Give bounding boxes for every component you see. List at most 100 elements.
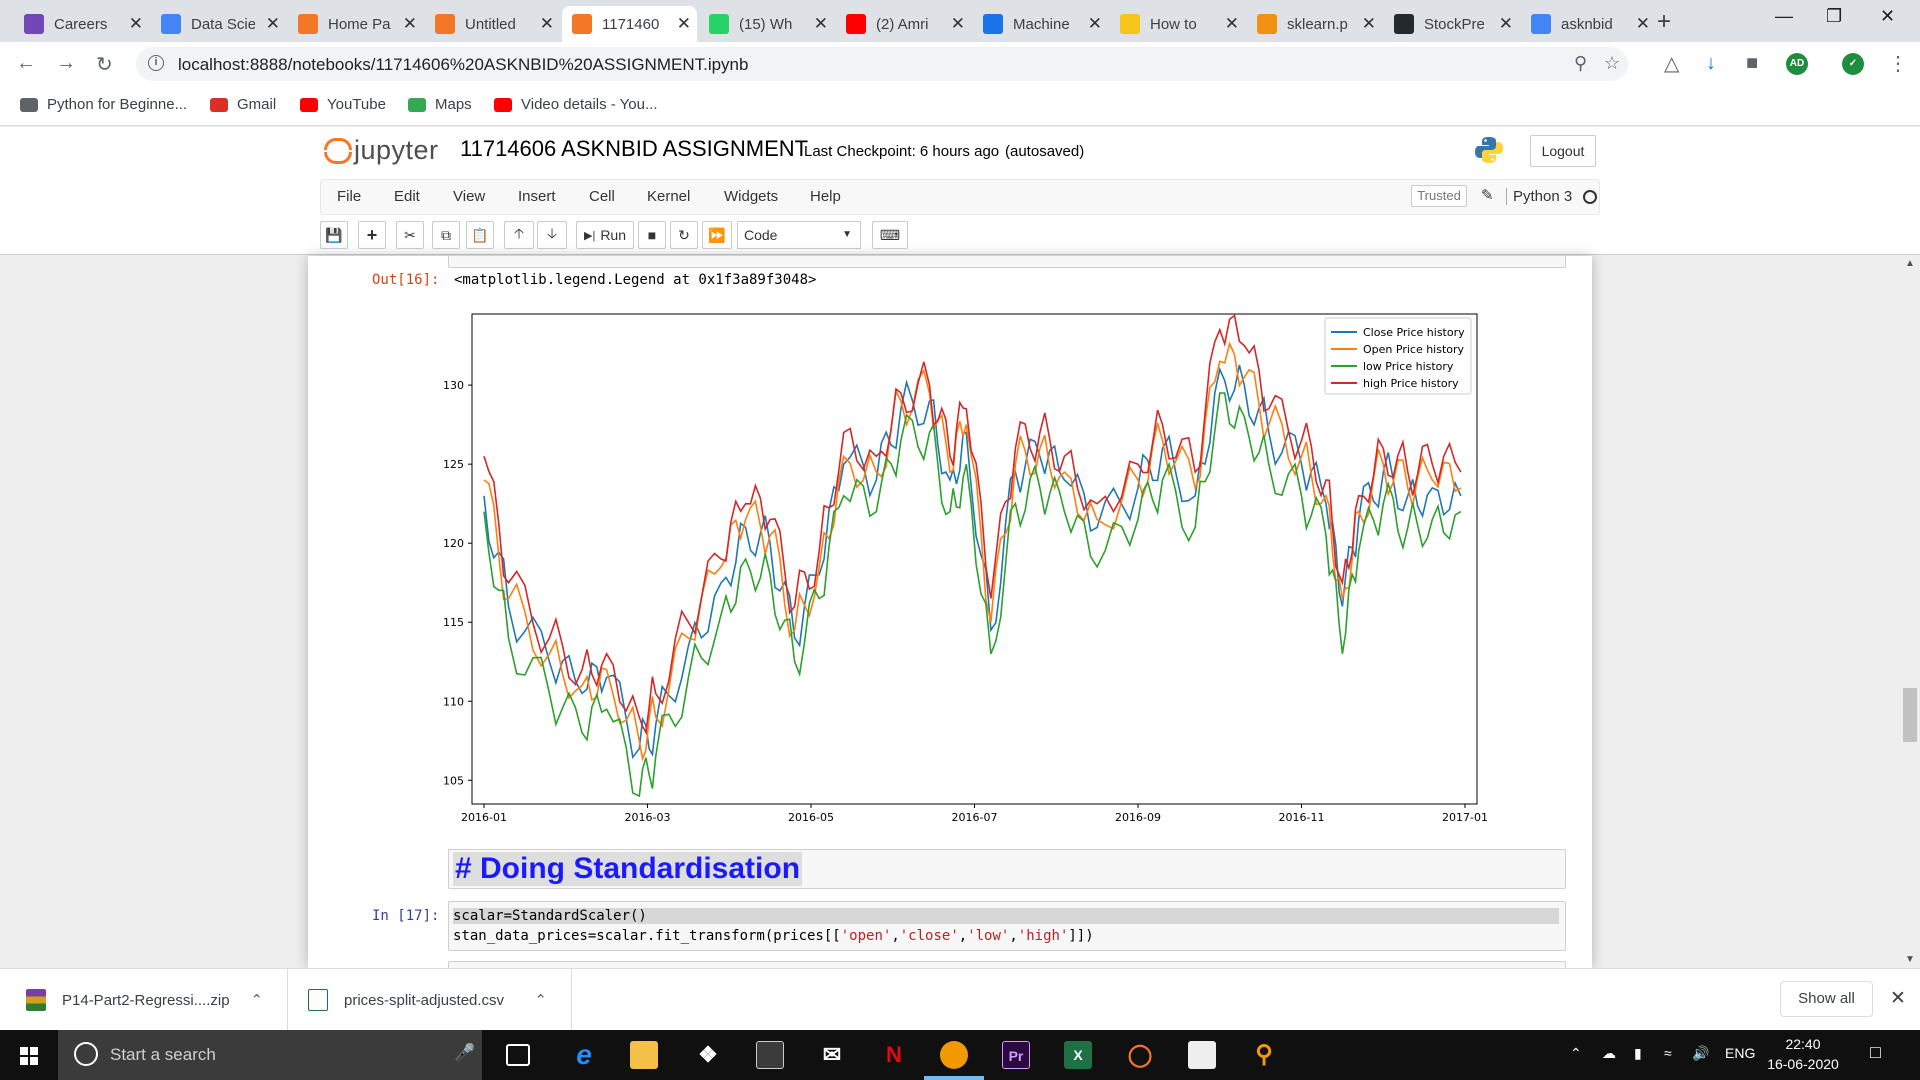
copy-button[interactable]: ⧉ [432,221,460,249]
next-cell[interactable] [448,961,1566,968]
jupyter-logo[interactable]: jupyter [322,135,439,166]
language-indicator[interactable]: ENG [1725,1045,1755,1061]
close-tab-icon[interactable]: ✕ [677,14,691,34]
trusted-badge[interactable]: Trusted [1411,185,1467,207]
tray-chevron-icon[interactable]: ⌃ [1570,1045,1582,1062]
close-tab-icon[interactable]: ✕ [1225,14,1239,34]
camera-icon[interactable]: ■ [1746,52,1758,75]
download-item[interactable]: prices-split-adjusted.csv ⌃ [288,969,572,1031]
insert-cell-button[interactable]: + [358,221,386,249]
window-close-icon[interactable]: ✕ [1880,6,1895,27]
maximize-icon[interactable]: ❐ [1826,6,1842,27]
close-tab-icon[interactable]: ✕ [814,14,828,34]
close-tab-icon[interactable]: ✕ [951,14,965,34]
netflix-icon[interactable]: N [880,1041,908,1069]
forward-icon[interactable]: → [56,52,76,75]
run-button[interactable]: ▶| Run [576,221,634,249]
save-button[interactable]: 💾 [320,221,348,249]
cloud-icon[interactable]: ☁ [1602,1045,1616,1062]
bookmark-item[interactable]: Video details - You... [494,96,658,113]
avatar[interactable]: AD [1786,53,1808,75]
browser-tab[interactable]: How to ✕ [1110,6,1245,42]
cell-type-select[interactable]: Code ▼ [737,221,861,249]
close-icon[interactable]: ✕ [1890,987,1906,1010]
restart-run-all-button[interactable]: ⏩ [702,221,732,249]
browser-tab[interactable]: StockPre ✕ [1384,6,1519,42]
restart-button[interactable]: ↻ [670,221,698,249]
taskbar-search[interactable]: Start a search 🎤 [58,1030,482,1080]
clock[interactable]: 22:40 16-06-2020 [1765,1034,1841,1074]
menu-file[interactable]: File [337,188,361,205]
close-tab-icon[interactable]: ✕ [129,14,143,34]
menu-help[interactable]: Help [810,188,841,205]
move-up-button[interactable]: 🡡 [504,221,534,249]
menu-kernel[interactable]: Kernel [647,188,690,205]
store-icon[interactable] [756,1041,784,1069]
caret-up-icon[interactable]: ⌃ [250,991,263,1009]
browser-tab[interactable]: 1171460 ✕ [562,6,697,42]
wifi-icon[interactable]: ≈ [1664,1045,1672,1061]
windows-start-icon[interactable] [20,1047,38,1065]
previous-code-cell[interactable] [448,256,1566,268]
caret-up-icon[interactable]: ⌃ [534,991,547,1009]
browser-tab[interactable]: sklearn.p ✕ [1247,6,1382,42]
volume-icon[interactable]: 🔊 [1692,1045,1709,1062]
battery-icon[interactable]: ▮ [1634,1045,1642,1062]
close-tab-icon[interactable]: ✕ [1362,14,1376,34]
address-bar[interactable]: i localhost:8888/notebooks/11714606%20AS… [136,47,1628,81]
edge-icon[interactable]: e [570,1041,598,1069]
menu-insert[interactable]: Insert [518,188,556,205]
close-tab-icon[interactable]: ✕ [1499,14,1513,34]
premiere-icon[interactable]: Pr [1002,1041,1030,1069]
close-tab-icon[interactable]: ✕ [403,14,417,34]
menu-widgets[interactable]: Widgets [724,188,778,205]
menu-view[interactable]: View [453,188,485,205]
file-explorer-icon[interactable] [630,1041,658,1069]
move-down-button[interactable]: 🡣 [537,221,567,249]
notepad-icon[interactable] [1188,1041,1216,1069]
excel-app-icon[interactable]: X [1064,1041,1092,1069]
cut-button[interactable]: ✂ [396,221,424,249]
show-all-button[interactable]: Show all [1780,981,1873,1017]
menu-cell[interactable]: Cell [589,188,615,205]
search-app-icon[interactable]: ⚲ [1250,1041,1278,1069]
browser-tab[interactable]: Home Pa ✕ [288,6,423,42]
bookmark-item[interactable]: YouTube [300,96,386,113]
zoom-icon[interactable]: ⚲ [1574,53,1587,74]
menu-edit[interactable]: Edit [394,188,420,205]
dropbox-icon[interactable]: ❖ [694,1041,722,1069]
chrome-icon[interactable] [940,1041,968,1069]
download-arrow-icon[interactable]: ↓ [1706,52,1716,75]
browser-tab[interactable]: Untitled ✕ [425,6,560,42]
close-tab-icon[interactable]: ✕ [266,14,280,34]
browser-tab[interactable]: asknbid ✕ [1521,6,1656,42]
download-item[interactable]: P14-Part2-Regressi....zip ⌃ [0,969,288,1031]
interrupt-button[interactable]: ■ [638,221,666,249]
scroll-down-icon[interactable]: ▼ [1905,954,1915,965]
page-scrollbar[interactable] [1900,256,1920,968]
notebook-title[interactable]: 11714606 ASKNBID ASSIGNMENT [460,136,808,162]
edit-pencil-icon[interactable]: ✎ [1481,186,1494,204]
menu-dots-icon[interactable]: ⋮ [1888,51,1908,76]
close-tab-icon[interactable]: ✕ [1636,14,1650,34]
scroll-up-icon[interactable]: ▲ [1905,258,1915,269]
new-tab-icon[interactable]: + [1657,8,1671,36]
back-icon[interactable]: ← [16,52,36,75]
logout-button[interactable]: Logout [1530,135,1596,167]
browser-tab[interactable]: Machine ✕ [973,6,1108,42]
command-palette-button[interactable]: ⌨ [872,221,908,249]
paste-button[interactable]: 📋 [466,221,494,249]
reload-icon[interactable]: ↻ [96,52,113,77]
scrollbar-thumb[interactable] [1903,688,1917,742]
bookmark-item[interactable]: Python for Beginne... [20,96,187,113]
bookmark-item[interactable]: Maps [408,96,472,113]
close-tab-icon[interactable]: ✕ [1088,14,1102,34]
browser-tab[interactable]: (2) Amri ✕ [836,6,971,42]
browser-tab[interactable]: Careers ✕ [14,6,149,42]
notifications-icon[interactable]: □ [1870,1042,1881,1063]
browser-tab[interactable]: (15) Wh ✕ [699,6,834,42]
task-view-icon[interactable] [506,1044,530,1066]
close-tab-icon[interactable]: ✕ [540,14,554,34]
extension-drive-icon[interactable]: △ [1664,51,1679,76]
code-cell[interactable]: scalar=StandardScaler() stan_data_prices… [448,901,1566,951]
